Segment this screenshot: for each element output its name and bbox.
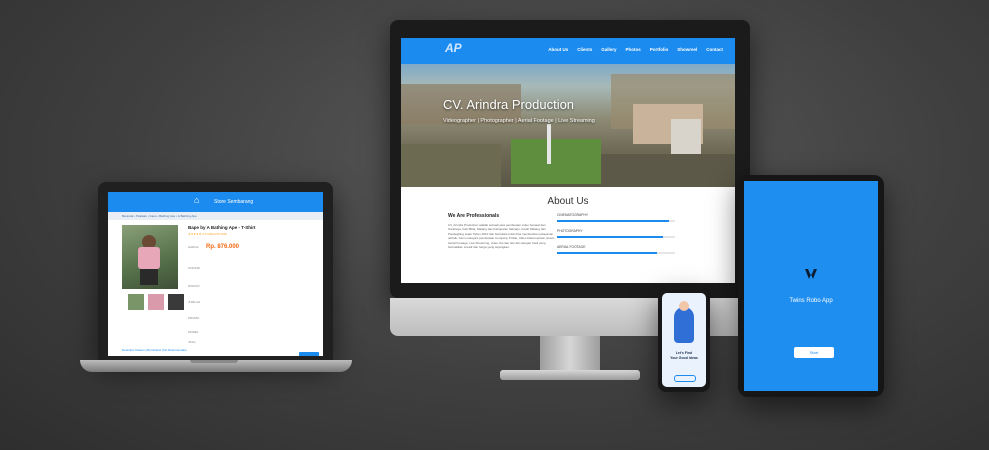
robot-logo-icon <box>805 269 817 279</box>
product-main-image[interactable] <box>122 225 178 289</box>
imac-stand-foot <box>500 370 640 380</box>
nav-about[interactable]: About Us <box>548 47 568 52</box>
skill-cinematography: CINEMATOGRAPHY <box>557 213 675 222</box>
tablet-start-button[interactable]: Start <box>794 347 834 358</box>
skill-progress-bar <box>557 220 675 222</box>
site-navbar: AP About Us Clients Gallery Photos Portf… <box>401 38 735 64</box>
product-thumbnail[interactable] <box>148 294 164 310</box>
phone-title-line: Your Good Ideas <box>670 355 698 360</box>
row-label: JASA <box>188 340 196 344</box>
imac-screen: AP About Us Clients Gallery Photos Portf… <box>401 38 735 283</box>
row-label: DISKON <box>188 284 200 288</box>
product-thumbnail[interactable] <box>168 294 184 310</box>
product-thumbnail[interactable] <box>128 294 144 310</box>
skill-label: PHOTOGRAPHY <box>557 229 583 233</box>
tablet-app-name: Twins Robo App <box>789 298 833 304</box>
hero-subtitle: Videographer | Photographer | Aerial Foo… <box>443 118 595 124</box>
row-label: PROMO <box>188 316 200 320</box>
product-price: Rp. 876.000 <box>206 244 240 250</box>
phone-title: Let's Find Your Good Ideas <box>662 351 706 360</box>
nav-portfolio[interactable]: Portfolio <box>650 47 669 52</box>
laptop-notch <box>190 360 238 363</box>
row-label: JUMLAH <box>188 300 201 304</box>
product-title: Bape by A Bathing Ape - T-Shirt <box>188 225 256 230</box>
shop-category-bar: Beranda • Pakaian • Kaos • Bathing Ape •… <box>108 212 323 220</box>
site-nav-menu: About Us Clients Gallery Photos Portfoli… <box>548 47 723 52</box>
about-paragraph: CV. Arindra Production adalah sebuah jas… <box>448 223 555 250</box>
skill-label: CINEMATOGRAPHY <box>557 213 589 217</box>
product-tabs[interactable]: Deskripsi Ulasan (39) Diskusi (12) Rekom… <box>122 348 187 352</box>
nav-gallery[interactable]: Gallery <box>601 47 616 52</box>
illustration-head-icon <box>679 301 689 311</box>
skill-label: AERIAL FOOTAGE <box>557 245 586 249</box>
shop-name: Store Sembarang <box>214 199 254 205</box>
nav-showreel[interactable]: Showreel <box>677 47 697 52</box>
shop-header: ⌂ Store Sembarang <box>108 192 323 212</box>
product-rating: ★★★★★ 4.9 Dilihat 50.000x <box>188 232 228 236</box>
about-heading: We Are Professionals <box>448 213 500 219</box>
hero-aerial-image: CV. Arindra Production Videographer | Ph… <box>401 64 735 187</box>
hero-title: CV. Arindra Production <box>443 97 575 112</box>
skill-progress-bar <box>557 252 675 254</box>
illustration-person-icon <box>674 307 694 343</box>
row-label: MODEL <box>188 330 199 334</box>
about-section-title: About Us <box>547 196 589 207</box>
skill-aerial-footage: AERIAL FOOTAGE <box>557 245 675 254</box>
price-label: HARGA <box>188 245 199 249</box>
nav-clients[interactable]: Clients <box>577 47 592 52</box>
laptop-screen: ⌂ Store Sembarang Beranda • Pakaian • Ka… <box>108 192 323 356</box>
phone-next-button[interactable] <box>674 375 696 382</box>
skill-photography: PHOTOGRAPHY <box>557 229 675 238</box>
nav-contact[interactable]: Contact <box>706 47 723 52</box>
tablet-screen: Twins Robo App Start <box>744 181 878 391</box>
imac-stand <box>540 336 600 370</box>
phone-screen: Let's Find Your Good Ideas <box>662 293 706 387</box>
row-label: ONGKIR <box>188 266 200 270</box>
nav-photos[interactable]: Photos <box>625 47 640 52</box>
hanger-icon[interactable]: ⌂ <box>194 195 199 205</box>
site-logo-icon[interactable]: AP <box>445 41 463 61</box>
skill-progress-bar <box>557 236 675 238</box>
buy-button[interactable] <box>299 352 319 356</box>
breadcrumb[interactable]: Beranda • Pakaian • Kaos • Bathing Ape •… <box>122 214 197 218</box>
